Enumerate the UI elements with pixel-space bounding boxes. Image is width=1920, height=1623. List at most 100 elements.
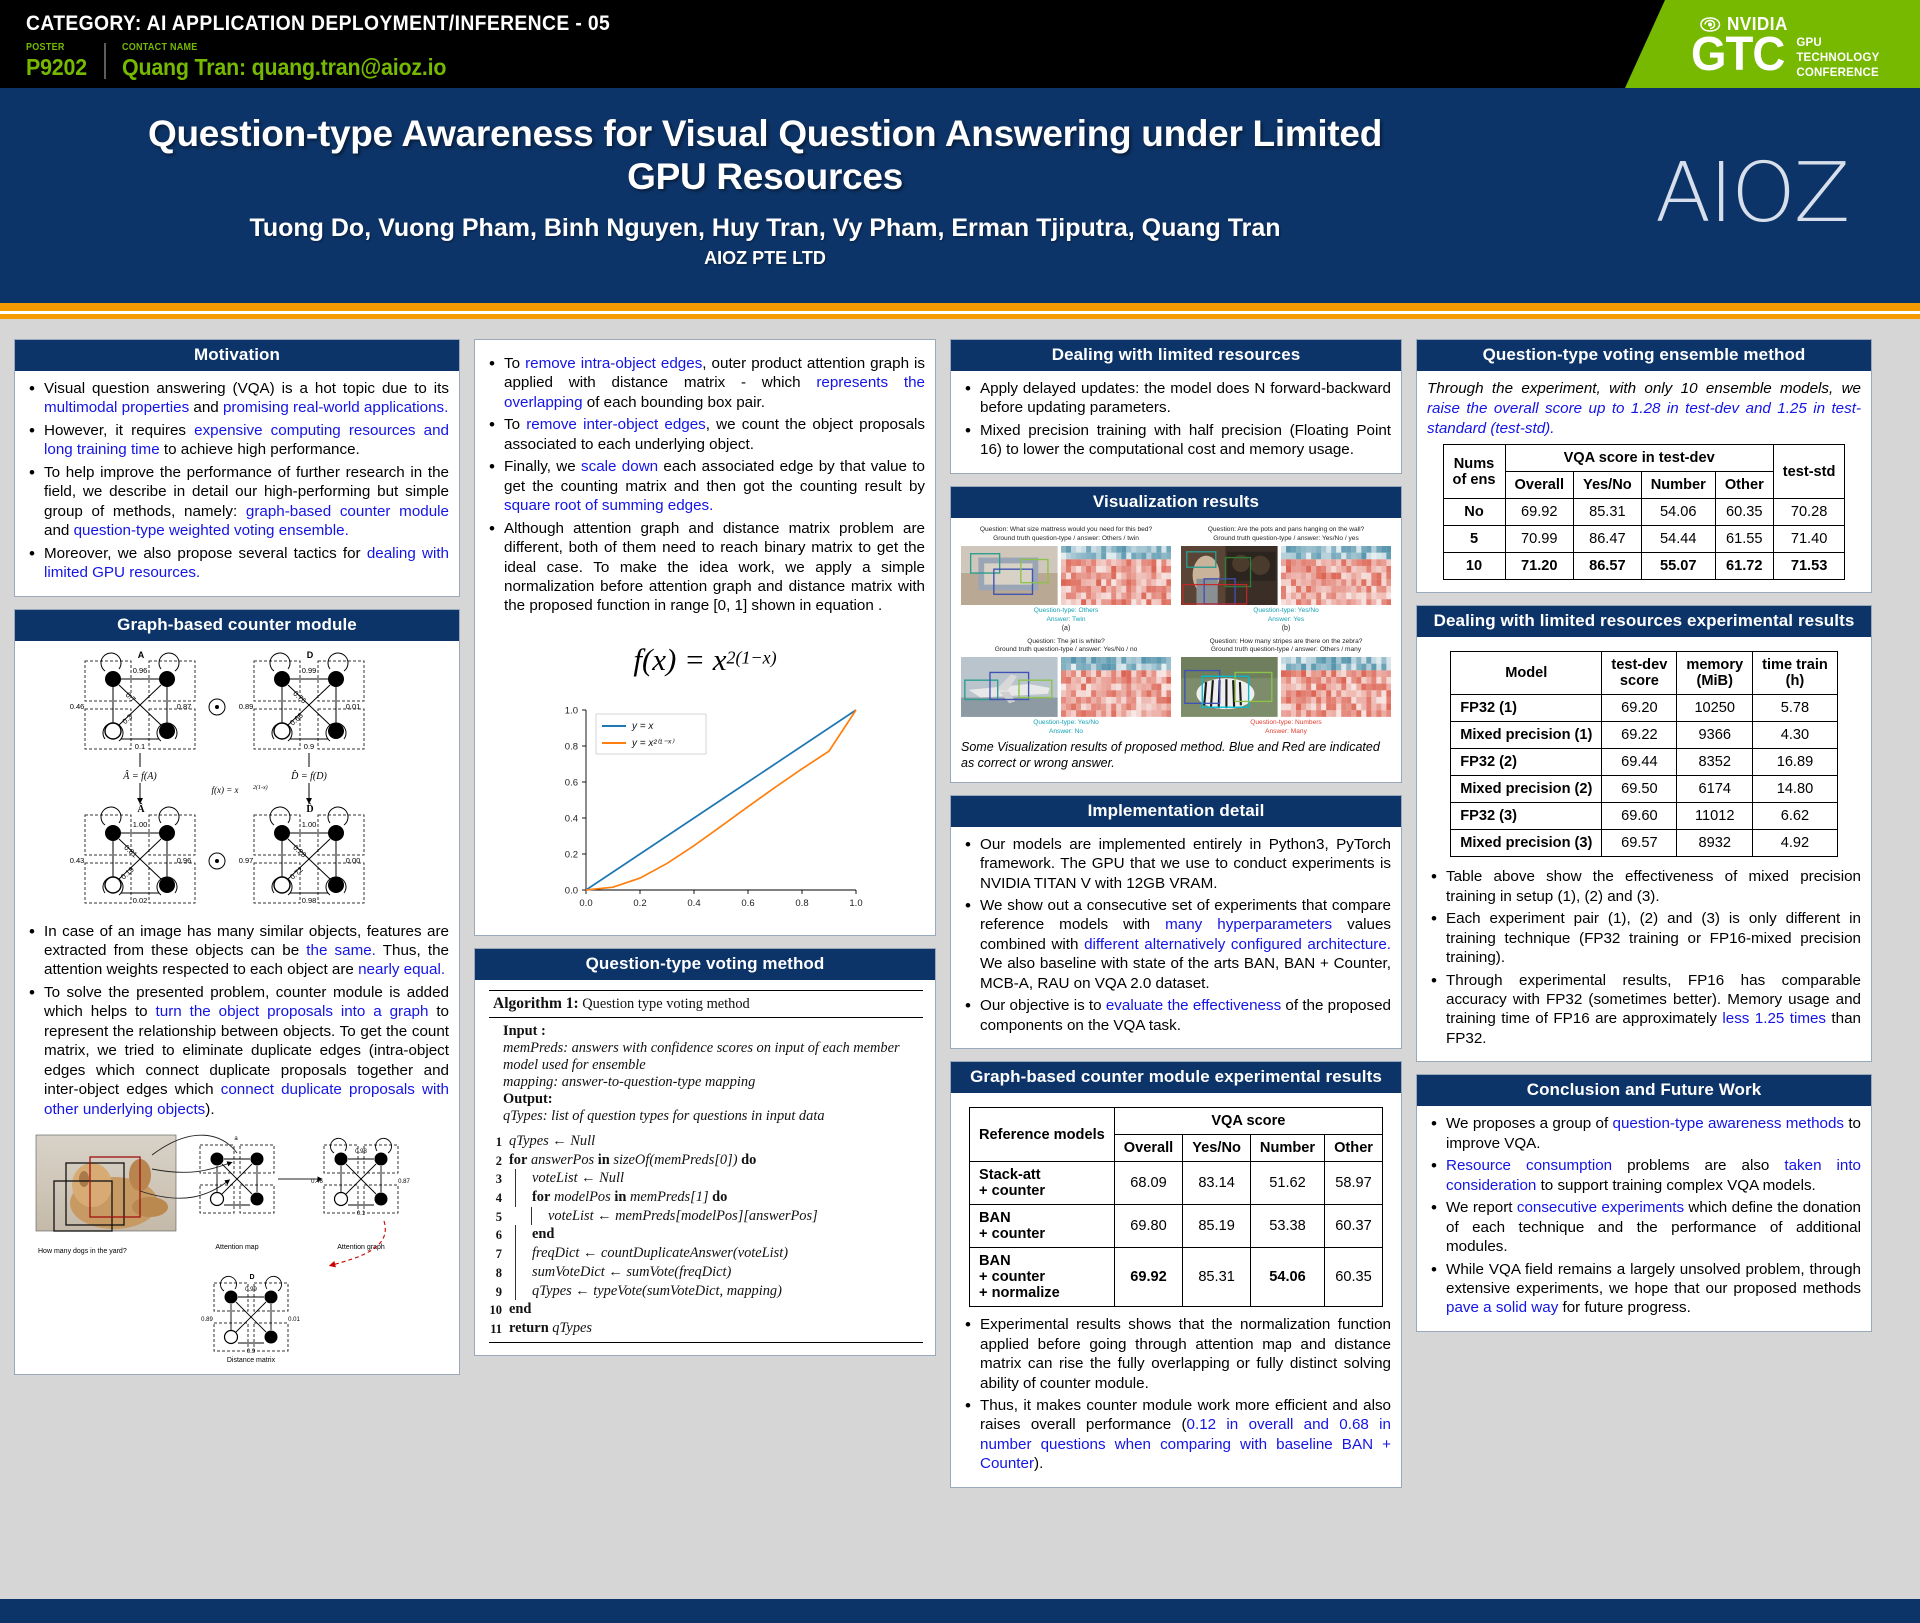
- heatmap-cell: [1155, 664, 1161, 671]
- heatmap-cell: [1315, 683, 1321, 691]
- motivation-bullets: Visual question answering (VQA) is a hot…: [25, 378, 449, 583]
- heatmap-cell: [1370, 710, 1376, 718]
- heatmap-cell: [1135, 572, 1141, 579]
- table-row: Mixed precision (1) 69.22 9366 4.30: [1450, 721, 1838, 750]
- heatmap-cell: [1280, 664, 1286, 671]
- svg-text:0.01: 0.01: [346, 702, 361, 711]
- th-reference-models: Reference models: [969, 1107, 1115, 1163]
- heatmap-cell: [1335, 598, 1341, 606]
- heatmap-cell: [1320, 565, 1326, 573]
- cell-value: 71.20: [1504, 552, 1575, 581]
- panel-b-images: [1181, 545, 1391, 606]
- cell-value: 60.37: [1324, 1204, 1383, 1249]
- heatmap-cell: [1355, 690, 1361, 698]
- plain-text: We proposes a group of: [1446, 1115, 1613, 1133]
- heatmap-cell: [1125, 677, 1131, 684]
- heatmap-cell: [1075, 703, 1081, 711]
- heatmap-cell: [1100, 572, 1106, 579]
- heatmap-cell: [1280, 703, 1286, 711]
- heatmap-cell: [1325, 565, 1331, 573]
- heatmap-cell: [1110, 598, 1116, 606]
- gtc-row: GTC GPU TECHNOLOGY CONFERENCE: [1691, 31, 1879, 82]
- list-item: We report consecutive experiments which …: [1427, 1197, 1861, 1256]
- heatmap-cell: [1285, 697, 1291, 704]
- heatmap-cell: [1330, 552, 1336, 559]
- heatmap-cell: [1295, 552, 1301, 559]
- heatmap-cell: [1355, 677, 1361, 684]
- heatmap-cell: [1315, 572, 1321, 579]
- heatmap-cell: [1065, 585, 1071, 593]
- heatmap-cell: [1365, 592, 1371, 599]
- heatmap-cell: [1285, 683, 1291, 691]
- heatmap-cell: [1340, 677, 1346, 684]
- heatmap-cell: [1380, 710, 1386, 718]
- th-res-2: memory (MiB): [1676, 651, 1754, 696]
- attention-graph-diagram: How many dogs in the yard? a Attention m…: [35, 1134, 410, 1364]
- heatmap-cell: [1325, 552, 1331, 559]
- heatmap-cell: [1125, 572, 1131, 579]
- heatmap-cell: [1155, 545, 1161, 553]
- heatmap-cell: [1095, 703, 1101, 711]
- heatmap-cell: [1075, 664, 1081, 671]
- heatmap-cell: [1380, 592, 1386, 599]
- heatmap-cell: [1075, 545, 1081, 553]
- heatmap-cell: [1330, 565, 1336, 573]
- heatmap-cell: [1160, 703, 1166, 711]
- plain-text: Apply delayed updates: the model does N …: [980, 380, 1391, 417]
- heatmap-cell: [1295, 545, 1301, 553]
- heatmap-cell: [1305, 703, 1311, 711]
- heatmap-cell: [1300, 565, 1306, 573]
- svg-text:0.89: 0.89: [201, 1317, 213, 1323]
- heatmap-cell: [1115, 664, 1121, 671]
- cell-model: FP32 (3): [1450, 802, 1603, 831]
- heatmap-cell: [1315, 545, 1321, 553]
- plain-text: for future progress.: [1558, 1299, 1691, 1317]
- heatmap-cell: [1305, 545, 1311, 553]
- algorithm-rule-bottom: [489, 1341, 923, 1343]
- cell-value: 4.30: [1752, 721, 1838, 750]
- heatmap-cell: [1145, 664, 1151, 671]
- heatmap-cell: [1125, 545, 1131, 553]
- heatmap-cell: [1100, 578, 1106, 586]
- svg-text:0.98: 0.98: [355, 1149, 367, 1155]
- cell-value: 54.06: [1249, 1247, 1326, 1308]
- heatmap-cell: [1340, 552, 1346, 559]
- list-item: Each experiment pair (1), (2) and (3) is…: [1427, 908, 1861, 967]
- heatmap-cell: [1340, 558, 1346, 566]
- heatmap-cell: [1320, 578, 1326, 586]
- motivation-heading: Motivation: [15, 340, 459, 371]
- heatmap-cell: [1310, 703, 1316, 711]
- heatmap-cell: [1355, 565, 1361, 573]
- plain-text: We also baseline with state of the arts …: [980, 955, 1391, 992]
- cell-ens-count: No: [1442, 498, 1506, 527]
- heatmap-cell: [1300, 690, 1306, 698]
- heatmap-cell: [1060, 578, 1066, 586]
- cell-value: 53.38: [1249, 1204, 1326, 1249]
- heatmap-cell: [1365, 558, 1371, 566]
- algo-line: 3 voteList ← Null: [489, 1169, 923, 1189]
- heatmap-cell: [1330, 598, 1336, 606]
- algo-line-number: 3: [495, 1172, 502, 1187]
- heatmap-cell: [1370, 545, 1376, 553]
- heatmap-cell: [1155, 592, 1161, 599]
- cell-value: 69.22: [1601, 721, 1678, 750]
- contact-group: CONTACT NAME Quang Tran: quang.tran@aioz…: [122, 42, 471, 79]
- category-label: CATEGORY: AI APPLICATION DEPLOYMENT/INFE…: [26, 12, 611, 35]
- heatmap-cell: [1305, 592, 1311, 599]
- algorithm-lines: 1 qTypes ← Null 2 for answerPos in sizeOf(m…: [489, 1132, 923, 1338]
- heatmap-cell: [1355, 552, 1361, 559]
- heatmap-cell: [1065, 592, 1071, 599]
- heatmap-cell: [1110, 545, 1116, 553]
- heatmap-cell: [1290, 572, 1296, 579]
- heatmap-cell: [1370, 552, 1376, 559]
- heatmap-cell: [1065, 598, 1071, 606]
- x-tick-label: 0.8: [795, 898, 808, 909]
- heatmap-cell: [1100, 592, 1106, 599]
- heatmap-cell: [1280, 572, 1286, 579]
- heatmap-cell: [1065, 710, 1071, 718]
- heatmap-cell: [1135, 657, 1141, 665]
- table-row: BAN + counter + normalize 69.92 85.31 54.06 60…: [969, 1247, 1383, 1308]
- heatmap-cell: [1360, 703, 1366, 711]
- heatmap-cell: [1310, 558, 1316, 566]
- section-limited-resources: Dealing with limited resources Apply del…: [950, 339, 1402, 474]
